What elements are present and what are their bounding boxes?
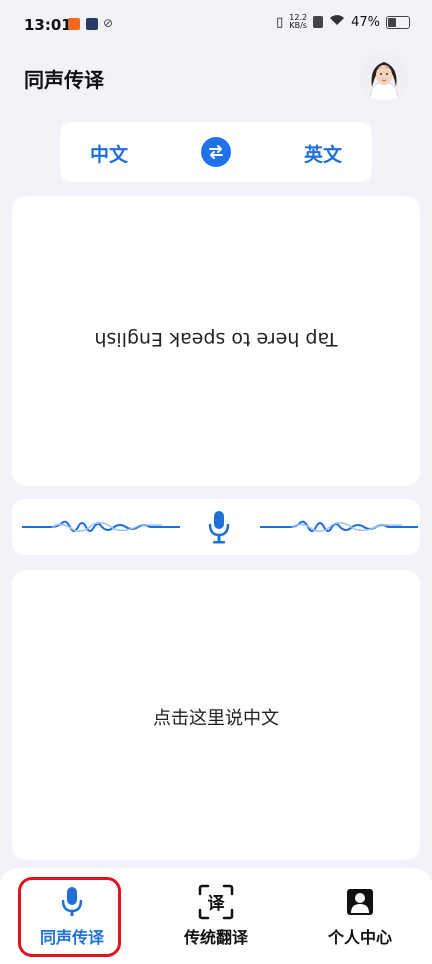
wifi-icon [329, 14, 345, 30]
user-avatar-icon [360, 53, 408, 101]
net-speed-unit: KB/s [289, 21, 307, 30]
status-time: 13:01 [24, 16, 72, 34]
notification-play-icon [86, 18, 98, 30]
battery-percent: 47% [351, 14, 380, 30]
microphone-icon[interactable] [208, 510, 230, 544]
nav-item-traditional-translation[interactable]: 译 传统翻译 [144, 868, 288, 964]
sim-icon [313, 16, 324, 28]
avatar[interactable] [360, 53, 408, 101]
battery-fill [388, 17, 397, 27]
person-icon [347, 889, 373, 915]
status-bar: 13:01 ⊘ ▯ 12.2 KB/s 47% [0, 0, 432, 52]
chinese-speak-prompt: 点击这里说中文 [153, 708, 279, 729]
notification-link-icon: ⊘ [103, 16, 114, 30]
battery-icon [386, 15, 410, 29]
nav-label: 传统翻译 [183, 928, 248, 947]
language-bar: 中文 英文 [60, 122, 372, 182]
vibrate-icon: ▯ [276, 14, 284, 30]
page-title: 同声传译 [24, 68, 104, 92]
mic-strip [12, 499, 420, 555]
english-speak-prompt: Tap here to speak English [94, 328, 338, 350]
right-waveform [260, 520, 418, 532]
target-language[interactable]: 英文 [304, 140, 342, 167]
selection-highlight [18, 877, 121, 957]
net-speed: 12.2 KB/s [289, 14, 307, 30]
nav-label: 个人中心 [327, 928, 392, 947]
swap-language-button[interactable] [201, 137, 231, 167]
source-language[interactable]: 中文 [90, 140, 128, 167]
swap-arrows-icon [209, 145, 223, 159]
left-waveform [22, 520, 180, 532]
chinese-speak-panel[interactable]: 点击这里说中文 [12, 570, 420, 860]
nav-item-profile[interactable]: 个人中心 [288, 868, 432, 964]
translate-icon: 译 [198, 884, 234, 920]
svg-text:译: 译 [208, 894, 226, 914]
notification-app-icon [68, 18, 80, 30]
english-speak-panel[interactable]: Tap here to speak English [12, 196, 420, 486]
